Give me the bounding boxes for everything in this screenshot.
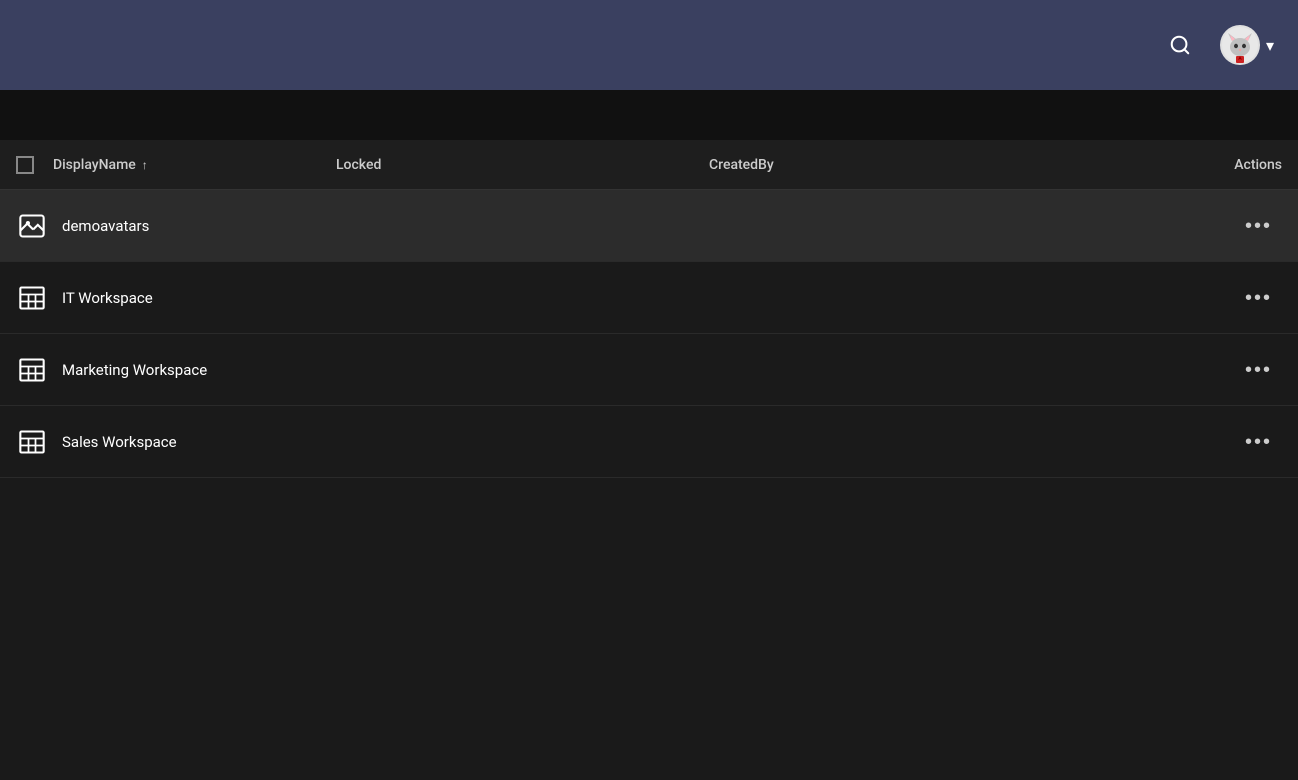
row-name-cell: Sales Workspace <box>16 426 336 458</box>
avatar <box>1220 25 1260 65</box>
row-name-cell: Marketing Workspace <box>16 354 336 386</box>
column-label-actions: Actions <box>1234 157 1282 173</box>
column-header-displayname: DisplayName ↑ <box>16 156 336 174</box>
chevron-down-icon: ▾ <box>1266 36 1274 55</box>
column-label-displayname: DisplayName <box>53 157 136 173</box>
table-row[interactable]: Sales Workspace ••• <box>0 406 1298 478</box>
row-actions-cell: ••• <box>1082 282 1282 314</box>
row-name-cell: demoavatars <box>16 210 336 242</box>
select-all-checkbox[interactable] <box>16 156 34 174</box>
column-header-locked: Locked <box>336 157 709 173</box>
row-display-name: Sales Workspace <box>62 433 177 451</box>
row-display-name: Marketing Workspace <box>62 361 207 379</box>
row-actions-cell: ••• <box>1082 210 1282 242</box>
row-display-name: IT Workspace <box>62 289 153 307</box>
table-header-row: DisplayName ↑ Locked CreatedBy Actions <box>0 140 1298 190</box>
table-row[interactable]: IT Workspace ••• <box>0 262 1298 334</box>
sort-icon-displayname: ↑ <box>142 158 148 172</box>
workspace-icon <box>16 354 48 386</box>
search-button[interactable] <box>1160 25 1200 65</box>
row-actions-button[interactable]: ••• <box>1235 354 1282 386</box>
table-row[interactable]: Marketing Workspace ••• <box>0 334 1298 406</box>
row-actions-button[interactable]: ••• <box>1235 210 1282 242</box>
column-header-actions: Actions <box>1082 157 1282 173</box>
row-display-name: demoavatars <box>62 217 149 235</box>
workspaces-table: DisplayName ↑ Locked CreatedBy Actions <box>0 140 1298 478</box>
column-label-locked: Locked <box>336 157 381 173</box>
row-actions-button[interactable]: ••• <box>1235 426 1282 458</box>
column-header-createdby: CreatedBy <box>709 157 1082 173</box>
header-right: ▾ <box>1160 21 1282 69</box>
row-actions-cell: ••• <box>1082 354 1282 386</box>
column-label-createdby: CreatedBy <box>709 157 774 173</box>
row-actions-button[interactable]: ••• <box>1235 282 1282 314</box>
row-name-cell: IT Workspace <box>16 282 336 314</box>
row-actions-cell: ••• <box>1082 426 1282 458</box>
workspace-icon <box>16 426 48 458</box>
user-menu-button[interactable]: ▾ <box>1212 21 1282 69</box>
workspace-icon <box>16 282 48 314</box>
top-header: ▾ <box>0 0 1298 90</box>
image-icon <box>16 210 48 242</box>
table-row[interactable]: demoavatars ••• <box>0 190 1298 262</box>
sub-header <box>0 90 1298 140</box>
